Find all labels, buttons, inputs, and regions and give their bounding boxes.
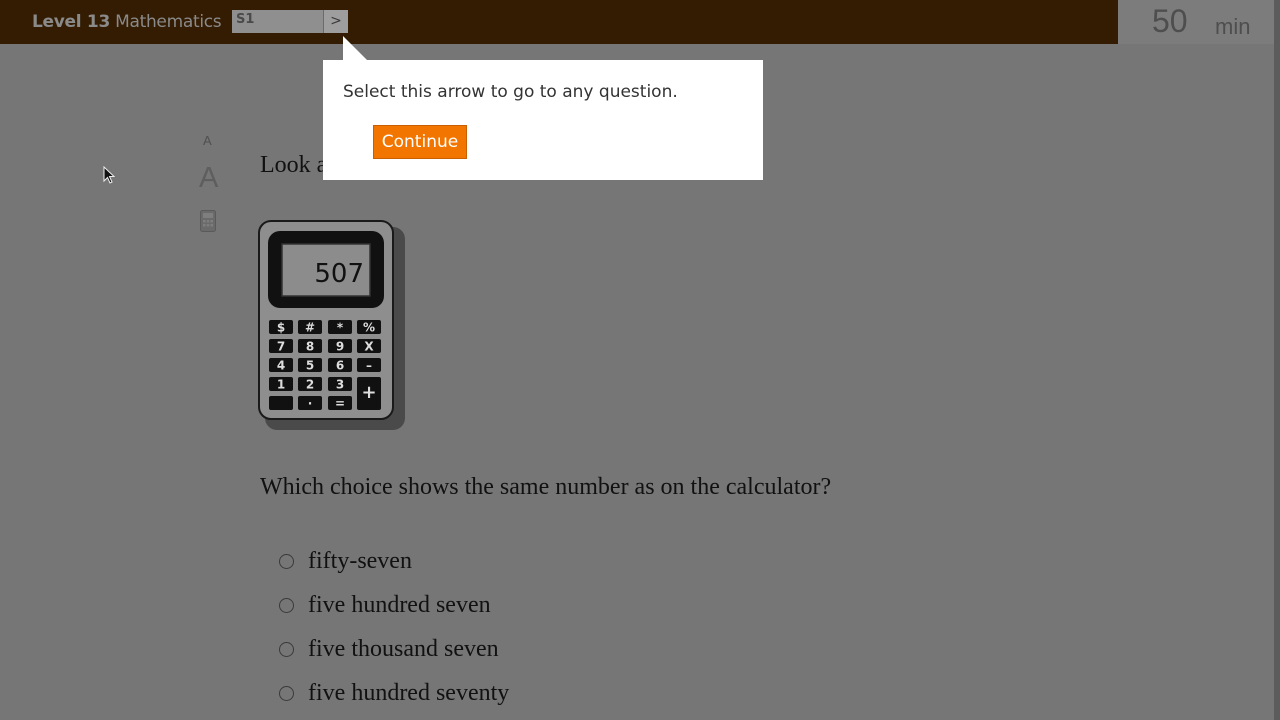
choice-label[interactable]: five hundred seven xyxy=(308,592,491,619)
test-title: Level 13 Mathematics xyxy=(32,12,222,32)
top-bar: Level 13 Mathematics S1 > xyxy=(0,0,1118,44)
calculator-key-label: 3 xyxy=(336,378,344,392)
radio-button[interactable] xyxy=(279,685,294,701)
calculator-key-label: % xyxy=(363,321,375,335)
decrease-text-size-button[interactable]: A xyxy=(203,133,212,148)
mouse-cursor-icon xyxy=(103,166,115,184)
tooltip-message: Select this arrow to go to any question. xyxy=(343,82,678,102)
calculator-key-label: = xyxy=(335,397,345,411)
calculator-key-label: 6 xyxy=(336,359,344,373)
timer-value: 50 xyxy=(1152,3,1188,39)
calculator-illustration: 507 $ # * % 7 8 9 X 4 5 6 – 1 2 3 + · = xyxy=(258,220,405,430)
calculator-key-label: + xyxy=(361,382,376,403)
calculator-key-label: 8 xyxy=(306,340,314,354)
timer-unit: min xyxy=(1215,14,1251,39)
subject-label: Mathematics xyxy=(115,12,222,32)
increase-text-size-button[interactable]: A xyxy=(199,162,218,195)
calculator-key-label: 5 xyxy=(306,359,314,373)
calculator-key-label: 2 xyxy=(306,378,314,392)
chevron-right-icon[interactable]: > xyxy=(323,10,348,33)
timer: 50 min xyxy=(1118,0,1274,44)
radio-button[interactable] xyxy=(279,597,294,613)
calculator-key-label: · xyxy=(308,397,313,411)
question-selector[interactable]: S1 xyxy=(232,10,323,33)
calculator-key-label: # xyxy=(305,321,315,335)
calculator-key-label: 1 xyxy=(277,378,285,392)
tooltip-pointer xyxy=(343,36,368,61)
continue-button[interactable]: Continue xyxy=(373,125,467,159)
calculator-key-label: – xyxy=(366,359,372,373)
calculator-key-label: 4 xyxy=(277,359,285,373)
choice-a[interactable]: fifty-seven xyxy=(279,546,412,576)
calculator-key-label: $ xyxy=(277,321,285,335)
choice-label[interactable]: fifty-seven xyxy=(308,548,412,575)
choice-d[interactable]: five hundred seventy xyxy=(279,678,509,708)
calculator-key-label: X xyxy=(364,340,374,354)
choice-label[interactable]: five hundred seventy xyxy=(308,680,509,707)
scrollbar[interactable] xyxy=(1274,0,1280,720)
level-label: Level 13 xyxy=(32,12,110,32)
question-intro: Look a xyxy=(260,152,328,178)
navigation-tooltip: Select this arrow to go to any question.… xyxy=(323,60,763,180)
choice-b[interactable]: five hundred seven xyxy=(279,590,491,620)
calculator-key-label: 9 xyxy=(336,340,344,354)
radio-button[interactable] xyxy=(279,553,294,569)
choice-label[interactable]: five thousand seven xyxy=(308,636,499,663)
radio-button[interactable] xyxy=(279,641,294,657)
calculator-key xyxy=(269,396,293,410)
calculator-icon[interactable] xyxy=(200,210,216,232)
calculator-key-label: 7 xyxy=(277,340,285,354)
choice-c[interactable]: five thousand seven xyxy=(279,634,499,664)
calculator-key-label: * xyxy=(337,321,344,335)
question-prompt: Which choice shows the same number as on… xyxy=(260,474,832,500)
calculator-display: 507 xyxy=(314,259,364,289)
